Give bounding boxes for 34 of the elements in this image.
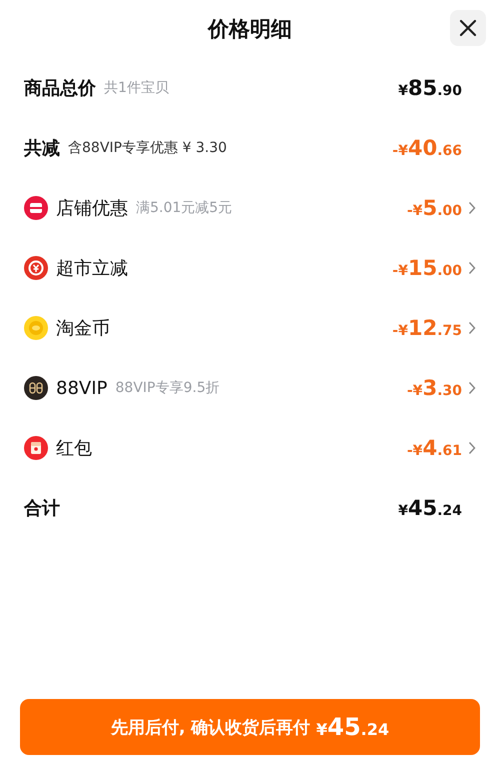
chevron-right-icon[interactable] [468,201,476,215]
row-label: 店铺优惠 [56,197,128,220]
gift-envelope-icon [24,436,48,460]
price-amount: ¥85.90 [398,76,462,100]
price-amount: ¥45.24 [398,496,462,520]
row-note: 共1件宝贝 [104,79,169,97]
price-amount: -¥3.30 [407,376,462,400]
row-label: 合计 [24,497,60,520]
store-coupon-icon [24,196,48,220]
chevron-right-icon[interactable] [468,261,476,275]
pay-button[interactable]: 先用后付, 确认收货后再付 ¥45.24 [20,699,480,755]
row-note: 88VIP专享9.5折 [115,379,220,397]
price-amount: -¥12.75 [392,316,462,340]
price-amount: -¥5.00 [407,196,462,220]
coin-icon [24,316,48,340]
row-label: 超市立减 [56,257,128,280]
row-note: 含88VIP专享优惠 ¥ 3.30 [68,139,227,157]
price-amount: -¥15.00 [392,256,462,280]
row-label: 共减 [24,137,60,160]
chevron-right-icon[interactable] [468,381,476,395]
price-amount: -¥4.61 [407,436,462,460]
chevron-right-icon[interactable] [468,441,476,455]
sheet-title: 价格明细 [208,16,292,43]
row-label: 商品总价 [24,77,96,100]
row-note: 满5.01元减5元 [136,199,232,217]
row-label: 红包 [56,437,92,460]
price-amount: -¥40.66 [392,136,462,160]
row-label: 88VIP [56,378,108,398]
close-button[interactable] [450,10,486,46]
row-label: 淘金币 [56,317,110,340]
close-icon [458,18,478,38]
vip-badge-icon [24,376,48,400]
chevron-right-icon[interactable] [468,321,476,335]
discount-badge-icon [24,256,48,280]
